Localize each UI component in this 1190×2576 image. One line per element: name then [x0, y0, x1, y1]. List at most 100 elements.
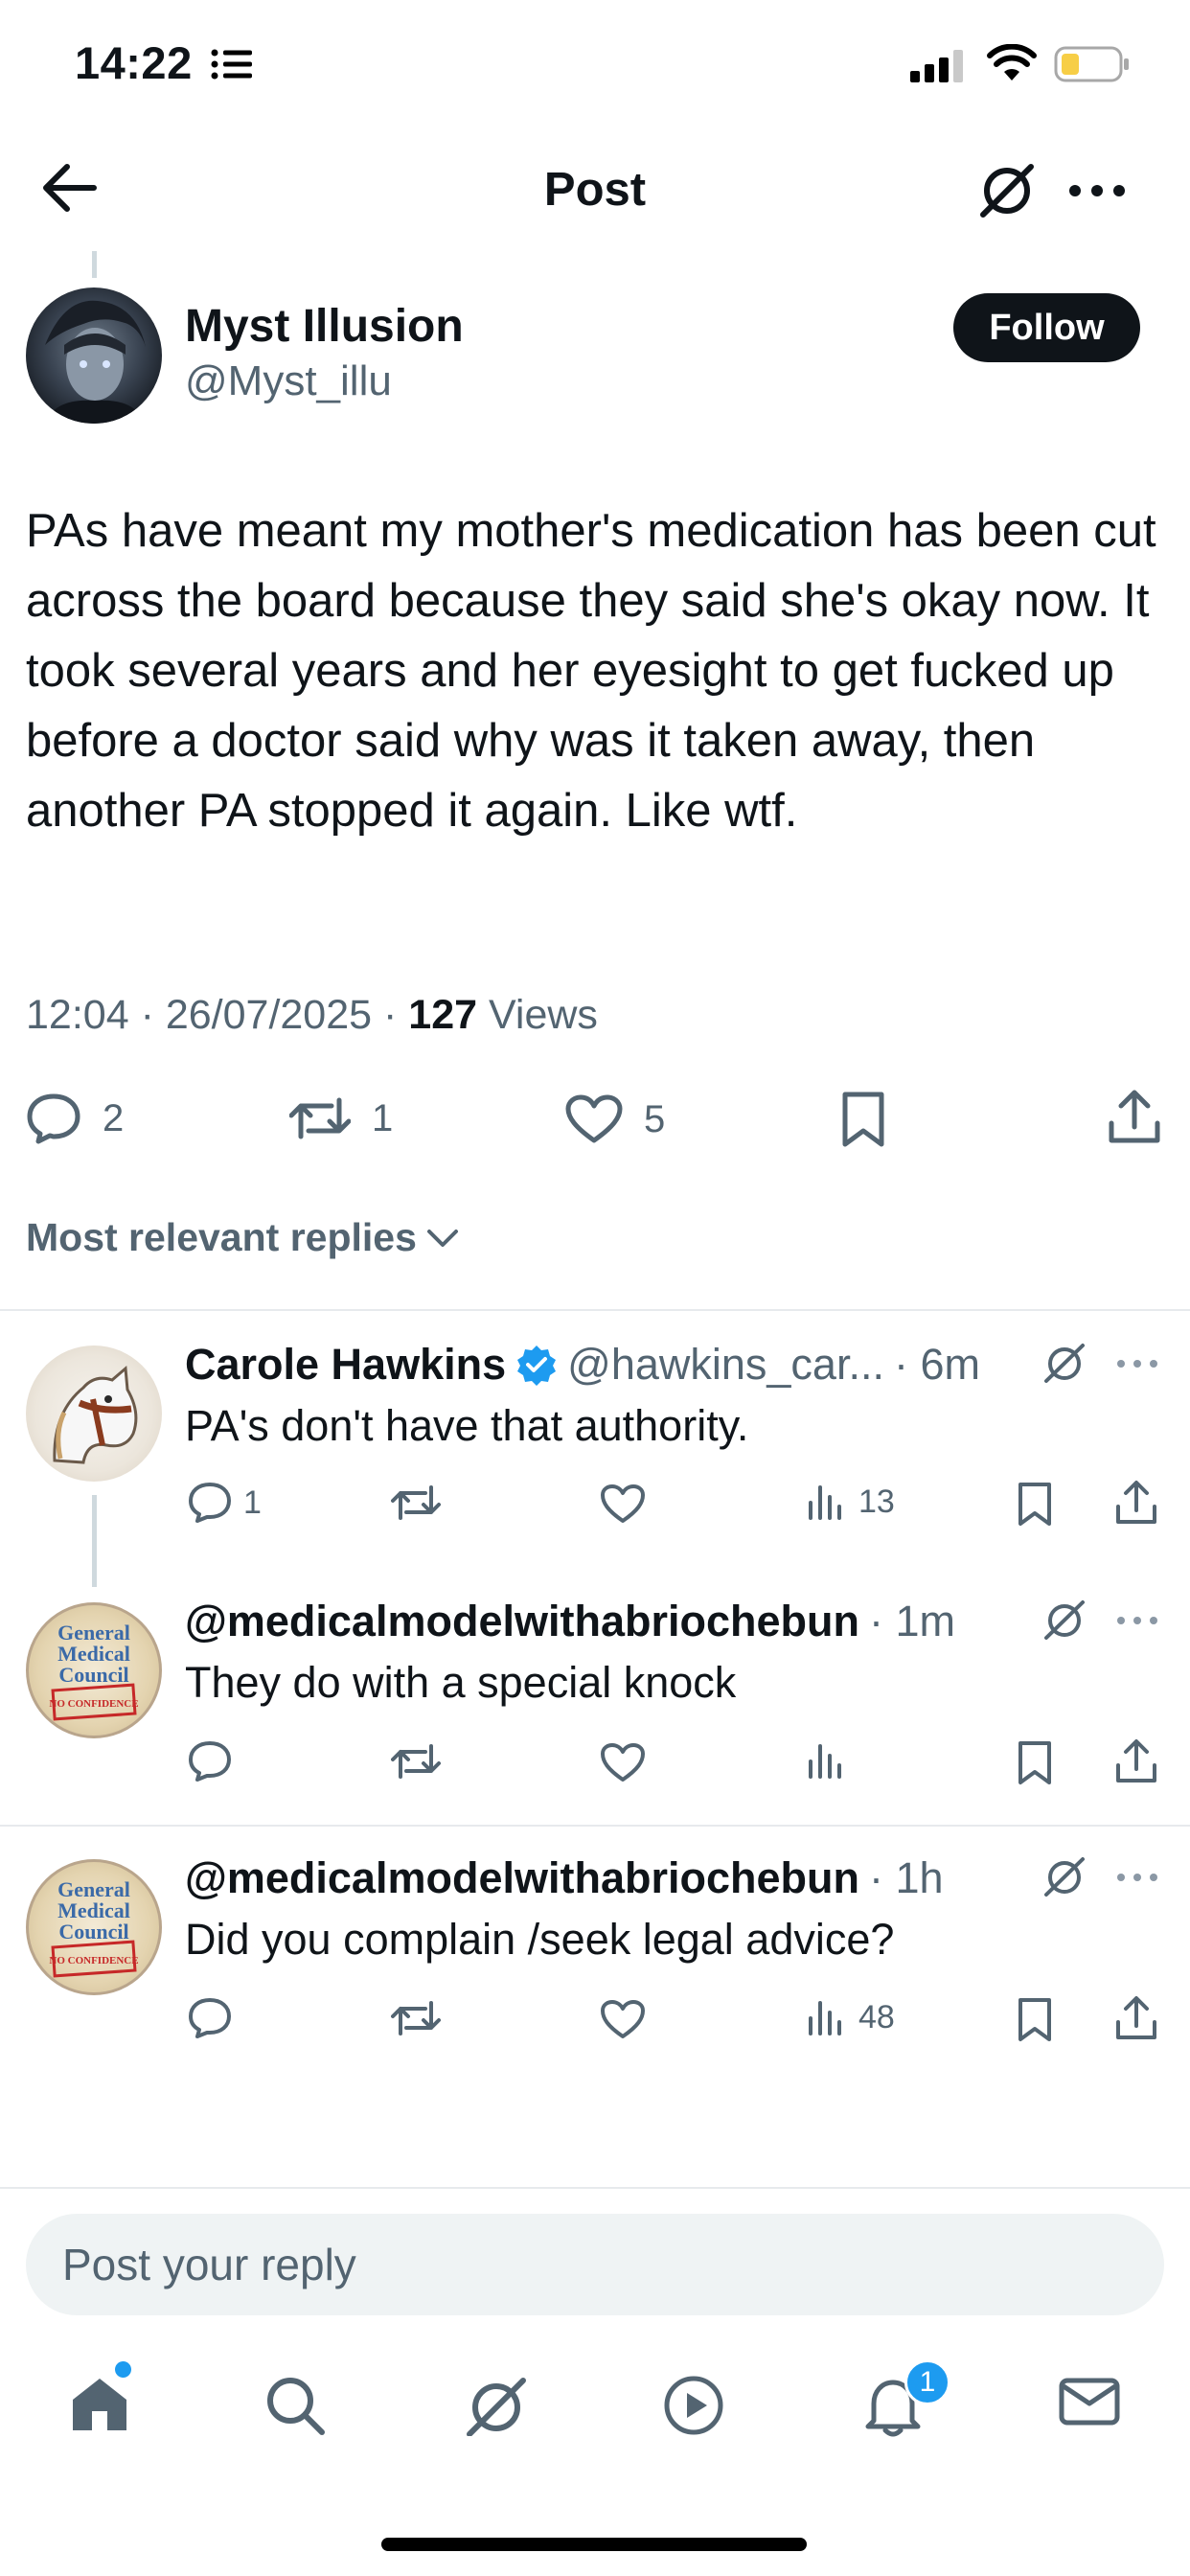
reply-author-name[interactable]: Carole Hawkins: [185, 1340, 506, 1390]
post-time: 12:04: [26, 992, 129, 1038]
avatar[interactable]: General Medical Council NO CONFIDENCE: [26, 1859, 162, 1995]
share-button[interactable]: [1108, 1089, 1161, 1146]
sort-replies-dropdown[interactable]: Most relevant replies: [26, 1215, 459, 1260]
svg-text:NO CONFIDENCE: NO CONFIDENCE: [49, 1698, 138, 1710]
share-icon: [1109, 1090, 1160, 1143]
repost-button[interactable]: [391, 1999, 441, 2037]
list-icon: [211, 48, 253, 80]
views-count: 13: [858, 1483, 895, 1520]
views-button[interactable]: 13: [807, 1482, 895, 1522]
views-count: 48: [858, 1998, 895, 2036]
bookmark-icon: [1018, 1483, 1051, 1526]
like-icon: [565, 1094, 623, 1144]
divider: [0, 1309, 1190, 1311]
svg-text:NO CONFIDENCE: NO CONFIDENCE: [49, 1955, 138, 1966]
reply-icon: [188, 1482, 232, 1524]
status-time: 14:22: [75, 37, 193, 88]
reply-button[interactable]: 2: [26, 1092, 124, 1144]
reply-count: 1: [243, 1484, 262, 1521]
reply-header: Carole Hawkins @hawkins_car... · 6m: [185, 1340, 980, 1390]
thread-connector: [92, 251, 97, 278]
bookmark-button[interactable]: [1016, 1482, 1054, 1528]
avatar[interactable]: [26, 288, 162, 424]
grok-icon[interactable]: [1041, 1598, 1087, 1641]
post-text: PAs have meant my mother's medication ha…: [26, 505, 1156, 837]
reply-button[interactable]: [188, 1740, 232, 1782]
views-icon: [809, 1744, 841, 1779]
repost-icon: [391, 2001, 441, 2036]
bookmark-button[interactable]: [1016, 1997, 1054, 2043]
reply-author-handle[interactable]: @hawkins_car...: [567, 1340, 884, 1390]
like-button[interactable]: [600, 1999, 646, 2039]
like-button[interactable]: [600, 1484, 646, 1524]
reply-icon: [26, 1092, 81, 1144]
reply-count: 2: [103, 1096, 125, 1139]
repost-button[interactable]: [391, 1484, 441, 1522]
share-button[interactable]: [1115, 1995, 1157, 2041]
home-icon[interactable]: [69, 2375, 130, 2434]
like-icon: [601, 1743, 645, 1782]
reply-author-handle[interactable]: @medicalmodelwithabriochebun: [185, 1853, 859, 1903]
svg-text:Council: Council: [58, 1663, 128, 1687]
reply-text: Did you complain /seek legal advice?: [185, 1915, 895, 1964]
wifi-icon: [987, 44, 1037, 82]
reply-text: They do with a special knock: [185, 1658, 737, 1707]
more-icon[interactable]: [1116, 1873, 1158, 1882]
share-button[interactable]: [1115, 1480, 1157, 1526]
reply-header: @medicalmodelwithabriochebun · 1m: [185, 1597, 955, 1646]
repost-count: 1: [372, 1096, 394, 1139]
bookmark-icon: [1018, 1741, 1051, 1784]
author-name[interactable]: Myst Illusion: [185, 300, 464, 353]
reply-button[interactable]: [188, 1997, 232, 2039]
like-button[interactable]: 5: [565, 1094, 665, 1144]
notifications-badge: 1: [904, 2359, 950, 2405]
reply-input[interactable]: Post your reply: [26, 2214, 1164, 2315]
avatar[interactable]: General Medical Council NO CONFIDENCE: [26, 1602, 162, 1738]
grok-icon[interactable]: [1041, 1855, 1087, 1898]
share-icon: [1116, 1739, 1156, 1782]
reply-time: · 1h: [868, 1853, 944, 1902]
repost-icon: [391, 1485, 441, 1520]
more-icon[interactable]: [1068, 184, 1126, 197]
views-button[interactable]: [807, 1740, 847, 1781]
sort-label: Most relevant replies: [26, 1215, 417, 1259]
home-indicator[interactable]: [381, 2538, 807, 2551]
post-meta: 12:04 · 26/07/2025 · 127 Views: [26, 992, 598, 1038]
like-icon: [601, 2000, 645, 2038]
grok-icon[interactable]: [1041, 1342, 1087, 1384]
repost-button[interactable]: 1: [289, 1094, 393, 1142]
bookmark-button[interactable]: [839, 1091, 887, 1148]
search-icon[interactable]: [264, 2375, 326, 2436]
more-icon[interactable]: [1116, 1616, 1158, 1625]
views-icon: [807, 1482, 847, 1522]
grok-icon[interactable]: [975, 161, 1039, 218]
repost-icon: [289, 1094, 351, 1142]
follow-button[interactable]: Follow: [953, 293, 1140, 362]
mail-icon[interactable]: [1058, 2375, 1121, 2428]
avatar[interactable]: [26, 1346, 162, 1482]
like-button[interactable]: [600, 1742, 646, 1782]
grok-icon[interactable]: [464, 2375, 529, 2436]
like-count: 5: [644, 1097, 666, 1140]
author-handle[interactable]: @Myst_illu: [185, 357, 392, 405]
svg-text:Council: Council: [58, 1920, 128, 1944]
views-count: 127: [408, 992, 478, 1038]
cellular-signal-icon: [910, 50, 968, 82]
reply-header: @medicalmodelwithabriochebun · 1h: [185, 1853, 944, 1903]
repost-button[interactable]: [391, 1742, 441, 1781]
views-label: Views: [489, 992, 598, 1038]
divider: [0, 2187, 1190, 2189]
bookmark-button[interactable]: [1016, 1740, 1054, 1786]
play-icon[interactable]: [663, 2375, 724, 2436]
bookmark-icon: [1018, 1998, 1051, 2041]
reply-text: PA's don't have that authority.: [185, 1401, 749, 1450]
battery-icon: [1054, 46, 1131, 82]
share-icon: [1116, 1481, 1156, 1524]
share-button[interactable]: [1115, 1738, 1157, 1784]
reply-button[interactable]: 1: [188, 1482, 262, 1524]
more-icon[interactable]: [1116, 1359, 1158, 1368]
reply-author-handle[interactable]: @medicalmodelwithabriochebun: [185, 1597, 859, 1646]
views-icon: [807, 1997, 847, 2037]
views-button[interactable]: 48: [807, 1997, 895, 2037]
repost-icon: [391, 1744, 441, 1779]
